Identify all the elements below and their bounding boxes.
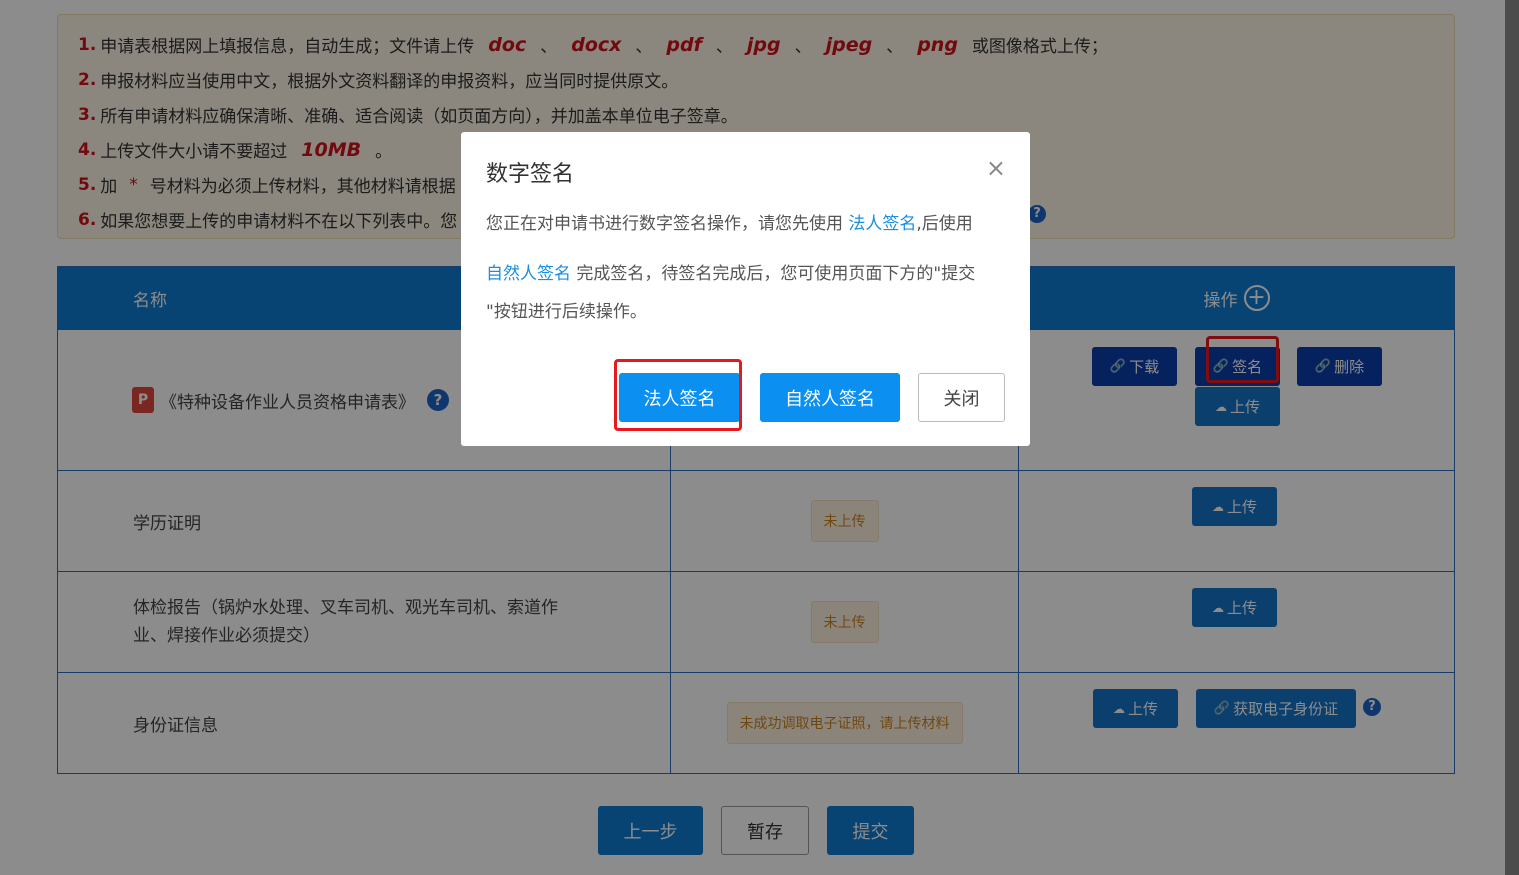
dialog-text-line1: 您正在对申请书进行数字签名操作，请您先使用 法人签名,后使用 [486, 216, 973, 233]
legal-sign-link[interactable]: 法人签名 [848, 214, 916, 234]
dialog-text-line3: "按钮进行后续操作。 [486, 302, 647, 322]
close-dialog-button[interactable]: 关闭 [918, 373, 1005, 422]
highlight-box [614, 359, 742, 431]
digital-signature-dialog: 数字签名 × 您正在对申请书进行数字签名操作，请您先使用 法人签名,后使用 自然… [461, 132, 1030, 446]
dialog-title: 数字签名 [486, 162, 575, 187]
natural-sign-button[interactable]: 自然人签名 [760, 373, 900, 422]
dialog-text: ,后使用 [916, 214, 973, 234]
close-icon[interactable]: × [986, 156, 1006, 180]
dialog-text: 您正在对申请书进行数字签名操作，请您先使用 [486, 214, 849, 234]
dialog-text: 完成签名，待签名完成后，您可使用页面下方的"提交 [571, 264, 976, 284]
dialog-text-line2: 自然人签名 完成签名，待签名完成后，您可使用页面下方的"提交 [486, 266, 975, 283]
natural-sign-link[interactable]: 自然人签名 [486, 264, 571, 284]
